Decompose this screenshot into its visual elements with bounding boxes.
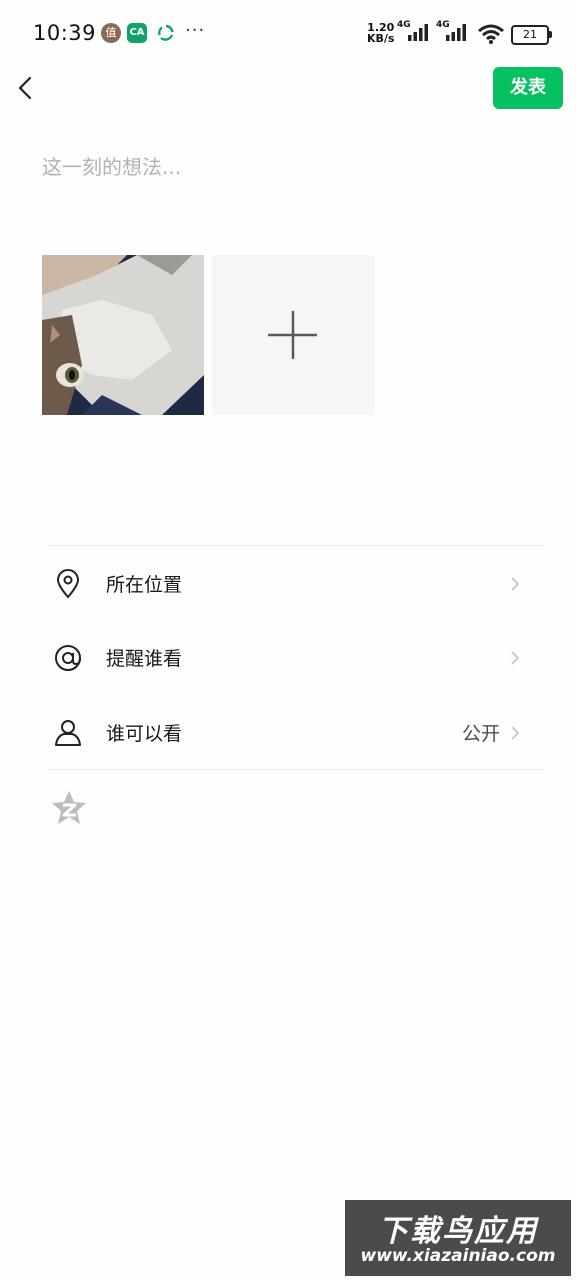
- remind-label: 提醒谁看: [106, 648, 183, 670]
- location-row[interactable]: 所在位置: [0, 548, 576, 618]
- signal-icon: [408, 24, 428, 41]
- more-notifications-icon: ···: [185, 20, 206, 41]
- cat-photo-thumbnail[interactable]: [42, 255, 204, 415]
- plus-icon: [268, 311, 317, 359]
- thought-input[interactable]: 这一刻的想法...: [42, 151, 181, 180]
- chevron-right-icon: [511, 577, 520, 591]
- location-label: 所在位置: [106, 574, 183, 596]
- zhi-notification-icon: 值: [101, 23, 121, 43]
- at-icon: [55, 645, 81, 671]
- visibility-value: 公开: [461, 723, 500, 745]
- wifi-icon: [478, 24, 504, 44]
- watermark-url: www.xiazainiao.com: [360, 1246, 556, 1266]
- back-icon: [18, 76, 32, 100]
- person-icon: [55, 720, 81, 746]
- location-pin-icon: [56, 569, 80, 599]
- remind-row[interactable]: 提醒谁看: [0, 622, 576, 692]
- divider-bottom: [48, 769, 546, 770]
- signal-icon-2: [446, 24, 466, 41]
- status-bar: 10:39 值 CA ··· 1.20 KB/s 4G 4G 21: [0, 0, 576, 66]
- back-button[interactable]: [12, 72, 42, 104]
- divider-top: [48, 545, 546, 546]
- recycle-notification-icon: [156, 23, 176, 43]
- chevron-right-icon: [511, 726, 520, 740]
- ca-notification-icon: CA: [127, 23, 147, 43]
- battery-tip: [549, 31, 552, 38]
- watermark-title: 下载鸟应用: [378, 1214, 538, 1249]
- watermark-logo: 下载鸟应用 www.xiazainiao.com: [345, 1200, 571, 1276]
- publish-button[interactable]: 发表: [493, 67, 563, 109]
- add-photo-button[interactable]: [212, 255, 374, 415]
- z-star-button[interactable]: [50, 790, 88, 826]
- status-time: 10:39: [33, 21, 97, 45]
- z-star-icon: [52, 791, 86, 824]
- net-speed: 1.20 KB/s: [367, 21, 395, 45]
- battery-icon: 21: [511, 25, 549, 45]
- chevron-right-icon: [511, 651, 520, 665]
- visibility-label: 谁可以看: [106, 723, 183, 745]
- visibility-row[interactable]: 谁可以看 公开: [0, 697, 576, 767]
